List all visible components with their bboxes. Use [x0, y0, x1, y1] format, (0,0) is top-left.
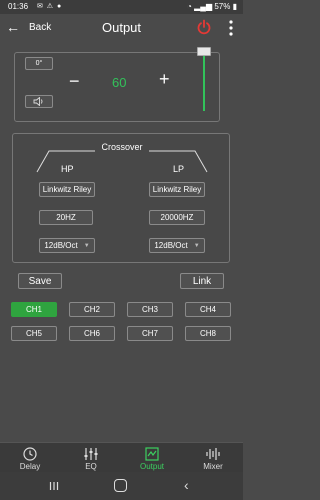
- volume-slider-handle[interactable]: [197, 47, 211, 56]
- system-nav-bar: ‹: [0, 472, 243, 500]
- power-icon[interactable]: [196, 19, 212, 35]
- hp-slope-value: 12dB/Oct: [44, 241, 78, 250]
- bottom-nav: Delay EQ Output Mixer: [0, 442, 243, 472]
- battery-icon: ▮: [232, 2, 237, 11]
- lp-label: LP: [173, 164, 185, 174]
- volume-slider-track[interactable]: [203, 47, 205, 111]
- hp-label: HP: [61, 164, 74, 174]
- equalizer-icon: [84, 448, 98, 460]
- nav-eq[interactable]: EQ: [61, 443, 121, 473]
- channel-button-ch6[interactable]: CH6: [69, 326, 115, 341]
- hp-filter-type-button[interactable]: Linkwitz Riley: [39, 182, 95, 197]
- channel-button-ch5[interactable]: CH5: [11, 326, 57, 341]
- dropdown-arrow-icon: ▼: [193, 242, 200, 249]
- more-options-icon[interactable]: [226, 18, 236, 38]
- nav-delay[interactable]: Delay: [0, 443, 60, 473]
- channel-button-ch4[interactable]: CH4: [185, 302, 231, 317]
- status-bar: 01:36 ✉ ⚠ ● ◔ ▂▄▆ 57% ▮: [0, 0, 243, 14]
- hp-slope-select[interactable]: 12dB/Oct ▼: [39, 238, 95, 253]
- nav-mixer[interactable]: Mixer: [183, 443, 243, 473]
- clock-icon: [23, 447, 37, 461]
- battery-percent: 57%: [214, 2, 231, 11]
- status-time: 01:36: [8, 2, 29, 11]
- save-button[interactable]: Save: [18, 273, 62, 289]
- channel-button-ch1[interactable]: CH1: [11, 302, 57, 317]
- phase-button[interactable]: 0°: [25, 57, 53, 70]
- lp-slope-value: 12dB/Oct: [154, 241, 188, 250]
- link-button[interactable]: Link: [180, 273, 224, 289]
- wifi-icon: ◔: [187, 2, 192, 11]
- channel-button-ch8[interactable]: CH8: [185, 326, 231, 341]
- lp-frequency-button[interactable]: 20000HZ: [149, 210, 205, 225]
- lp-slope-select[interactable]: 12dB/Oct ▼: [149, 238, 205, 253]
- nav-label: EQ: [85, 462, 97, 471]
- nav-label: Output: [139, 462, 164, 471]
- status-right: ◔ ▂▄▆ 57% ▮: [187, 2, 237, 11]
- app-bar: ← Back Output: [0, 14, 243, 42]
- crossover-panel: Crossover HP LP Linkwitz Riley Linkwitz …: [12, 133, 230, 263]
- back-icon[interactable]: ‹: [184, 477, 189, 493]
- recents-icon[interactable]: [49, 481, 59, 491]
- channel-button-ch7[interactable]: CH7: [127, 326, 173, 341]
- volume-panel: 0° − 60 +: [14, 47, 220, 122]
- dropdown-arrow-icon: ▼: [83, 242, 90, 249]
- volume-increase-button[interactable]: +: [159, 69, 170, 90]
- home-icon[interactable]: [114, 479, 127, 492]
- channel-button-ch2[interactable]: CH2: [69, 302, 115, 317]
- notification-icons: ✉ ⚠ ●: [37, 3, 63, 10]
- lp-filter-type-button[interactable]: Linkwitz Riley: [149, 182, 205, 197]
- signal-icon: ▂▄▆: [194, 2, 213, 11]
- crossover-title: Crossover: [101, 142, 143, 152]
- waveform-icon: [206, 448, 220, 460]
- volume-decrease-button[interactable]: −: [69, 71, 80, 92]
- channel-button-ch3[interactable]: CH3: [127, 302, 173, 317]
- output-icon: [145, 447, 159, 461]
- hp-frequency-button[interactable]: 20HZ: [39, 210, 93, 225]
- mute-button[interactable]: [25, 95, 53, 108]
- nav-output[interactable]: Output: [122, 443, 182, 473]
- nav-label: Delay: [19, 462, 41, 471]
- nav-label: Mixer: [203, 462, 223, 471]
- speaker-icon: [33, 97, 43, 106]
- volume-value: 60: [112, 75, 127, 90]
